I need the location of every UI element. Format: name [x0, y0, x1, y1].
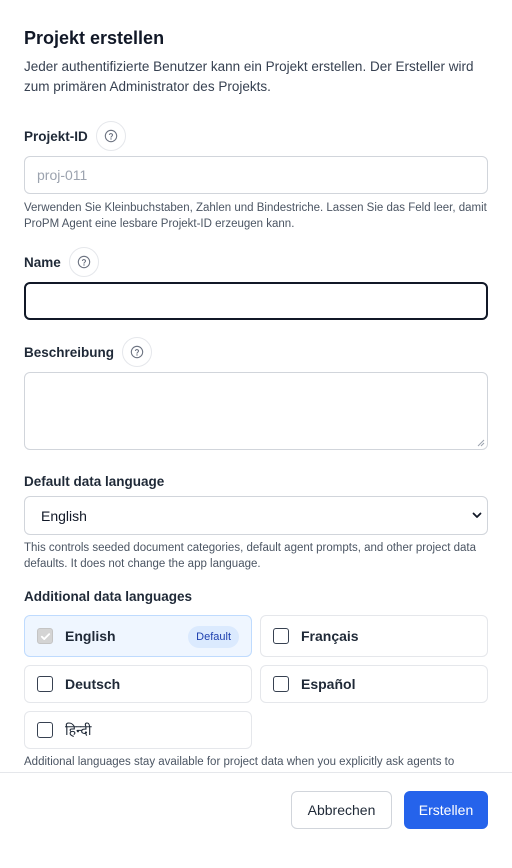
description-label-row: Beschreibung	[24, 337, 153, 367]
language-option-francais[interactable]: Français	[260, 615, 488, 657]
default-language-hint: This controls seeded document categories…	[24, 542, 476, 570]
chevron-down-icon	[472, 512, 482, 518]
language-option-espanol[interactable]: Español	[260, 665, 488, 703]
dialog-footer: Abbrechen Erstellen	[0, 772, 512, 868]
default-badge: Default	[188, 626, 239, 648]
language-label: English	[65, 628, 116, 644]
additional-languages-label: Additional data languages	[24, 589, 193, 604]
additional-languages-hint: Additional languages stay available for …	[24, 756, 455, 768]
checkbox-deutsch[interactable]	[37, 676, 53, 692]
project-id-label: Projekt-ID	[24, 128, 88, 144]
language-option-english[interactable]: English Default	[24, 615, 252, 657]
project-id-hint: Verwenden Sie Kleinbuchstaben, Zahlen un…	[24, 202, 487, 230]
help-circle-icon[interactable]	[122, 337, 153, 367]
help-circle-icon[interactable]	[68, 247, 99, 277]
default-language-select[interactable]: English	[24, 496, 488, 535]
language-label: हिन्दी	[65, 721, 92, 738]
language-label: Deutsch	[65, 676, 121, 692]
language-option-hindi[interactable]: हिन्दी	[24, 711, 252, 749]
checkbox-hindi[interactable]	[37, 722, 53, 738]
help-circle-icon[interactable]	[95, 121, 126, 151]
dialog-subtitle: Jeder authentifizierte Benutzer kann ein…	[24, 59, 474, 94]
resize-grip-icon[interactable]	[477, 439, 485, 447]
project-id-label-row: Projekt-ID	[24, 121, 126, 151]
description-textarea[interactable]	[24, 372, 488, 450]
create-project-dialog: Projekt erstellen Jeder authentifizierte…	[0, 0, 512, 868]
check-icon	[40, 632, 50, 640]
checkbox-espanol[interactable]	[273, 676, 289, 692]
checkbox-english[interactable]	[37, 628, 53, 644]
default-language-label: Default data language	[24, 474, 165, 489]
name-label-row: Name	[24, 247, 99, 277]
checkbox-francais[interactable]	[273, 628, 289, 644]
name-label: Name	[24, 254, 61, 270]
cancel-button[interactable]: Abbrechen	[291, 791, 392, 829]
dialog-title: Projekt erstellen	[24, 28, 165, 48]
language-label: Français	[301, 628, 359, 644]
name-input[interactable]	[24, 282, 488, 320]
description-label: Beschreibung	[24, 344, 115, 360]
dialog-body[interactable]: Projekt erstellen Jeder authentifizierte…	[0, 0, 512, 772]
language-label: Español	[301, 676, 356, 692]
default-language-value: English	[41, 507, 87, 524]
create-button[interactable]: Erstellen	[404, 791, 488, 829]
project-id-input[interactable]	[24, 156, 488, 194]
language-option-deutsch[interactable]: Deutsch	[24, 665, 252, 703]
